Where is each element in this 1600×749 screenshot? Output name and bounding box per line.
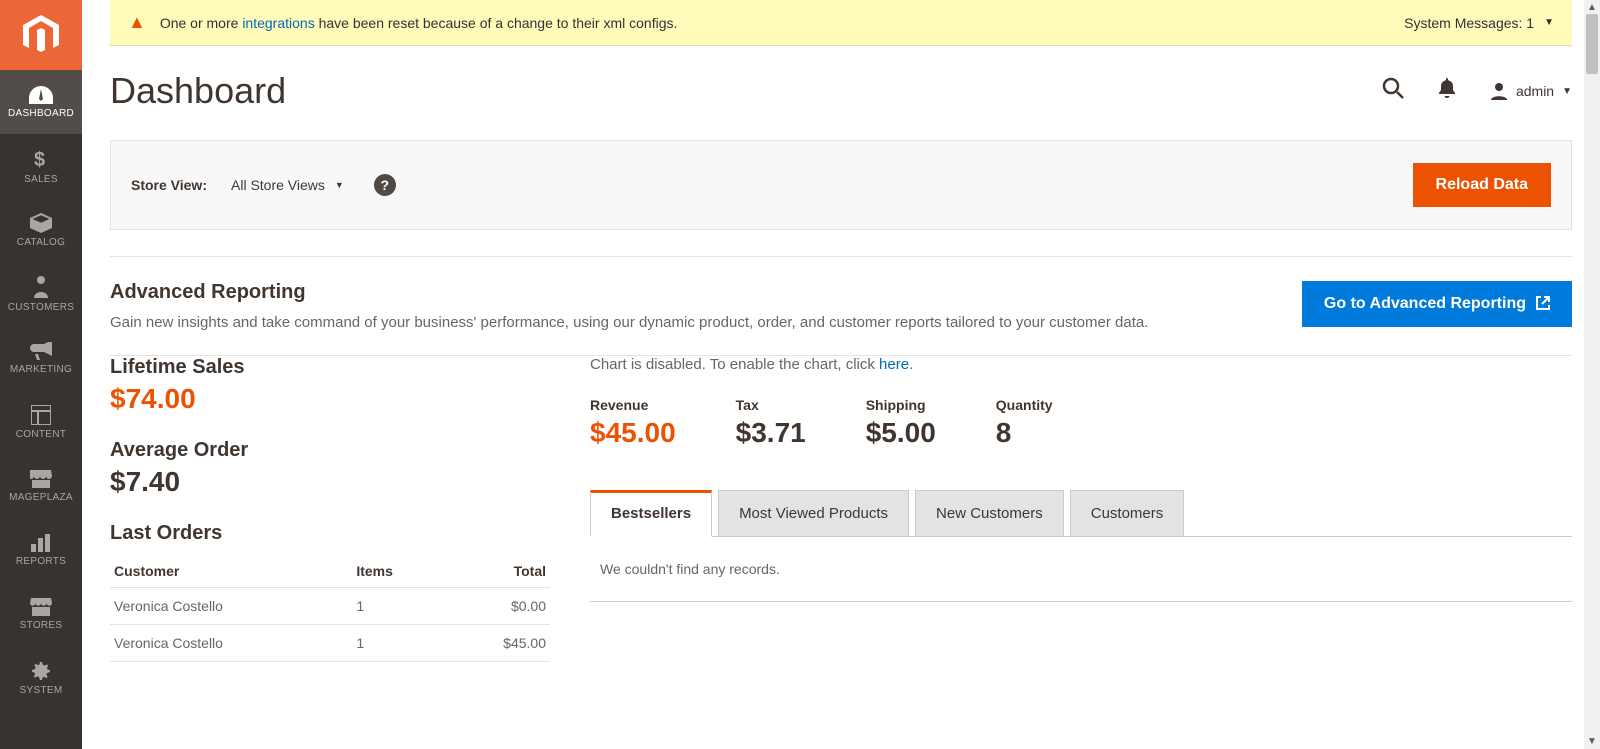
main-content: ▲ One or more integrations have been res… bbox=[82, 0, 1600, 749]
tab-most-viewed[interactable]: Most Viewed Products bbox=[718, 490, 909, 537]
magento-logo-icon bbox=[23, 15, 59, 55]
store-icon bbox=[30, 470, 52, 488]
enable-chart-link[interactable]: here bbox=[879, 356, 909, 373]
stat-revenue: Revenue $45.00 bbox=[590, 397, 676, 449]
advanced-reporting-section: Advanced Reporting Gain new insights and… bbox=[110, 257, 1572, 355]
scroll-up-icon[interactable]: ▲ bbox=[1584, 2, 1600, 13]
sidebar-item-label: MARKETING bbox=[10, 364, 72, 375]
chart-disabled-message: Chart is disabled. To enable the chart, … bbox=[590, 356, 1572, 373]
advanced-reporting-desc: Gain new insights and take command of yo… bbox=[110, 314, 1148, 331]
scrollbar-thumb[interactable] bbox=[1586, 14, 1598, 74]
sidebar: DASHBOARD $ SALES CATALOG CUSTOMERS MARK… bbox=[0, 0, 82, 749]
stat-quantity: Quantity 8 bbox=[996, 397, 1053, 449]
system-message-text: One or more integrations have been reset… bbox=[160, 15, 678, 31]
sidebar-item-content[interactable]: CONTENT bbox=[0, 390, 82, 454]
totals-row: Revenue $45.00 Tax $3.71 Shipping $5.00 … bbox=[590, 397, 1572, 449]
sidebar-item-label: CONTENT bbox=[16, 429, 66, 440]
tab-content: We couldn't find any records. bbox=[590, 537, 1572, 602]
lifetime-sales-value: $74.00 bbox=[110, 383, 550, 415]
sidebar-item-label: SALES bbox=[24, 174, 58, 185]
person-icon bbox=[34, 276, 48, 298]
sidebar-item-label: MAGEPLAZA bbox=[9, 492, 73, 503]
table-row[interactable]: Veronica Costello 1 $0.00 bbox=[110, 588, 550, 625]
external-link-icon bbox=[1536, 296, 1550, 313]
last-orders-title: Last Orders bbox=[110, 522, 550, 545]
gear-icon bbox=[31, 661, 51, 681]
user-menu[interactable]: admin ▼ bbox=[1490, 82, 1572, 100]
lifetime-sales: Lifetime Sales $74.00 bbox=[110, 356, 550, 415]
scroll-down-icon[interactable]: ▼ bbox=[1584, 736, 1600, 747]
tabs: Bestsellers Most Viewed Products New Cus… bbox=[590, 489, 1572, 537]
stat-shipping: Shipping $5.00 bbox=[866, 397, 936, 449]
empty-message: We couldn't find any records. bbox=[600, 561, 780, 577]
megaphone-icon bbox=[30, 342, 52, 360]
col-customer: Customer bbox=[110, 555, 352, 588]
help-icon[interactable]: ? bbox=[374, 174, 396, 196]
reload-data-button[interactable]: Reload Data bbox=[1413, 163, 1551, 207]
tab-bestsellers[interactable]: Bestsellers bbox=[590, 490, 712, 537]
sidebar-item-label: REPORTS bbox=[16, 556, 66, 567]
sidebar-item-label: CATALOG bbox=[17, 237, 65, 248]
tab-new-customers[interactable]: New Customers bbox=[915, 490, 1064, 537]
average-order-label: Average Order bbox=[110, 439, 550, 462]
col-total: Total bbox=[445, 555, 550, 588]
sidebar-item-sales[interactable]: $ SALES bbox=[0, 134, 82, 198]
sidebar-item-dashboard[interactable]: DASHBOARD bbox=[0, 70, 82, 134]
col-items: Items bbox=[352, 555, 444, 588]
table-row[interactable]: Veronica Costello 1 $45.00 bbox=[110, 625, 550, 662]
sidebar-item-marketing[interactable]: MARKETING bbox=[0, 326, 82, 390]
svg-text:$: $ bbox=[34, 149, 45, 170]
sidebar-item-reports[interactable]: REPORTS bbox=[0, 518, 82, 582]
go-to-advanced-reporting-button[interactable]: Go to Advanced Reporting bbox=[1302, 281, 1572, 327]
search-icon[interactable] bbox=[1382, 77, 1404, 105]
chevron-down-icon: ▼ bbox=[335, 180, 344, 190]
store-view-label: Store View: bbox=[131, 177, 207, 193]
advanced-reporting-title: Advanced Reporting bbox=[110, 281, 1148, 304]
store-view-select[interactable]: All Store Views ▼ bbox=[231, 177, 344, 193]
user-icon bbox=[1490, 82, 1508, 100]
sidebar-item-stores[interactable]: STORES bbox=[0, 582, 82, 646]
storefront-icon bbox=[30, 598, 52, 616]
scrollbar[interactable]: ▲ ▼ bbox=[1584, 0, 1600, 749]
box-icon bbox=[30, 213, 52, 233]
average-order-value: $7.40 bbox=[110, 466, 550, 498]
page-header: Dashboard admin ▼ bbox=[82, 46, 1600, 140]
store-view-bar: Store View: All Store Views ▼ ? Reload D… bbox=[110, 140, 1572, 230]
system-message-bar: ▲ One or more integrations have been res… bbox=[110, 0, 1572, 46]
sidebar-item-catalog[interactable]: CATALOG bbox=[0, 198, 82, 262]
sidebar-item-system[interactable]: SYSTEM bbox=[0, 646, 82, 710]
last-orders: Last Orders Customer Items Total Veronic… bbox=[110, 522, 550, 662]
tab-customers[interactable]: Customers bbox=[1070, 490, 1185, 537]
chevron-down-icon: ▼ bbox=[1562, 86, 1572, 97]
logo[interactable] bbox=[0, 0, 82, 70]
warning-icon: ▲ bbox=[128, 12, 146, 33]
chevron-down-icon[interactable]: ▼ bbox=[1544, 17, 1554, 28]
user-label: admin bbox=[1516, 83, 1554, 99]
gauge-icon bbox=[29, 86, 53, 104]
bar-chart-icon bbox=[31, 534, 51, 552]
dollar-icon: $ bbox=[34, 148, 48, 170]
layout-icon bbox=[31, 405, 51, 425]
sidebar-item-label: DASHBOARD bbox=[8, 108, 74, 119]
system-message-counter[interactable]: System Messages: 1 bbox=[1404, 15, 1534, 31]
last-orders-table: Customer Items Total Veronica Costello 1… bbox=[110, 555, 550, 662]
lifetime-sales-label: Lifetime Sales bbox=[110, 356, 550, 379]
page-title: Dashboard bbox=[110, 70, 286, 112]
integrations-link[interactable]: integrations bbox=[242, 15, 314, 31]
sidebar-item-label: SYSTEM bbox=[20, 685, 63, 696]
sidebar-item-label: CUSTOMERS bbox=[8, 302, 74, 313]
sidebar-item-customers[interactable]: CUSTOMERS bbox=[0, 262, 82, 326]
bell-icon[interactable] bbox=[1438, 78, 1456, 104]
stat-tax: Tax $3.71 bbox=[736, 397, 806, 449]
average-order: Average Order $7.40 bbox=[110, 439, 550, 498]
sidebar-item-label: STORES bbox=[20, 620, 63, 631]
sidebar-item-mageplaza[interactable]: MAGEPLAZA bbox=[0, 454, 82, 518]
